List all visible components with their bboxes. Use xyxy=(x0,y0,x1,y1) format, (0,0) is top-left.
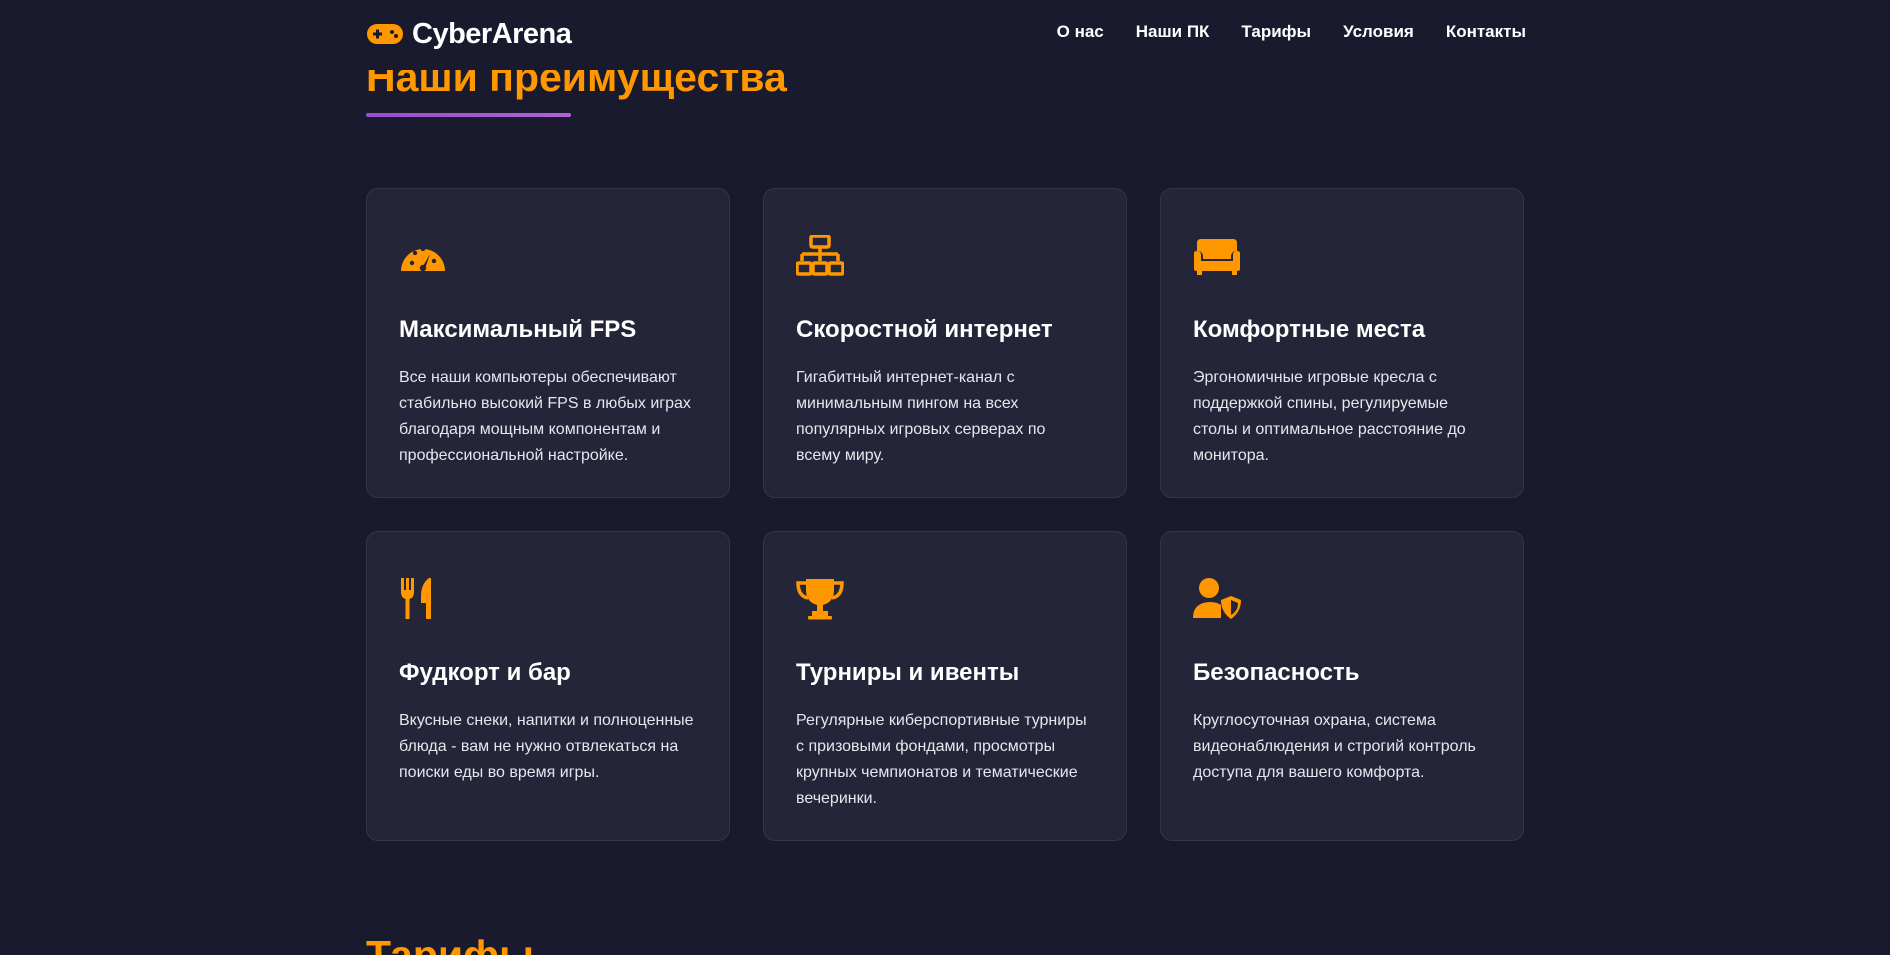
trophy-icon xyxy=(796,578,844,620)
section-title-pricing: Тарифы xyxy=(366,932,534,955)
page: CyberArena О нас Наши ПК Тарифы Условия … xyxy=(0,0,1890,955)
logo[interactable]: CyberArena xyxy=(366,16,572,52)
title-underline xyxy=(366,113,571,117)
card-text: Круглосуточная охрана, система видеонабл… xyxy=(1193,712,1476,781)
advantage-card-internet: Скоростной интернет Гигабитный интернет-… xyxy=(763,188,1127,498)
card-text: Все наши компьютеры обеспечивают стабиль… xyxy=(399,369,691,464)
advantages-grid: Максимальный FPS Все наши компьютеры обе… xyxy=(366,188,1524,841)
speedometer-icon xyxy=(399,235,447,277)
nav-link-pricing[interactable]: Тарифы xyxy=(1241,22,1311,42)
gamepad-icon xyxy=(367,24,403,44)
main-nav: О нас Наши ПК Тарифы Условия Контакты xyxy=(1057,22,1526,42)
card-text: Регулярные киберспортивные турниры с при… xyxy=(796,712,1087,807)
site-header: CyberArena О нас Наши ПК Тарифы Условия … xyxy=(0,0,1890,70)
nav-link-contacts[interactable]: Контакты xyxy=(1446,22,1526,42)
nav-link-terms[interactable]: Условия xyxy=(1343,22,1414,42)
card-text: Гигабитный интернет-канал с минимальным … xyxy=(796,369,1046,464)
nav-link-pcs[interactable]: Наши ПК xyxy=(1136,22,1210,42)
network-icon xyxy=(796,235,844,277)
advantage-card-security: Безопасность Круглосуточная охрана, сист… xyxy=(1160,531,1524,841)
card-title: Фудкорт и бар xyxy=(399,659,571,686)
card-title: Комфортные места xyxy=(1193,316,1426,343)
user-shield-icon xyxy=(1193,578,1241,620)
card-text: Вкусные снеки, напитки и полноценные блю… xyxy=(399,712,694,781)
brand-name: CyberArena xyxy=(412,17,572,50)
advantage-card-tournaments: Турниры и ивенты Регулярные киберспортив… xyxy=(763,531,1127,841)
card-title: Турниры и ивенты xyxy=(796,659,1020,686)
couch-icon xyxy=(1193,235,1241,277)
advantage-card-food: Фудкорт и бар Вкусные снеки, напитки и п… xyxy=(366,531,730,841)
card-title: Максимальный FPS xyxy=(399,316,637,343)
card-text: Эргономичные игровые кресла с поддержкой… xyxy=(1193,369,1466,464)
advantage-card-seats: Комфортные места Эргономичные игровые кр… xyxy=(1160,188,1524,498)
card-title: Скоростной интернет xyxy=(796,316,1053,343)
utensils-icon xyxy=(399,578,447,620)
advantage-card-fps: Максимальный FPS Все наши компьютеры обе… xyxy=(366,188,730,498)
card-title: Безопасность xyxy=(1193,659,1360,686)
nav-link-about[interactable]: О нас xyxy=(1057,22,1104,42)
